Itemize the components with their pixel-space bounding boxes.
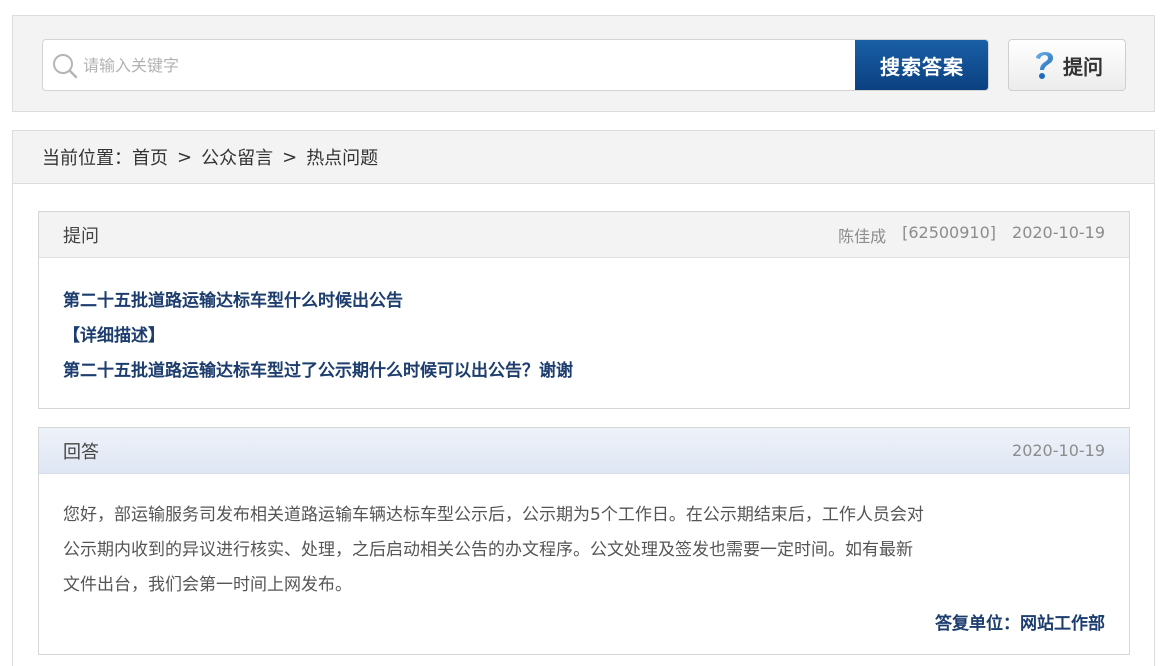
question-title: 第二十五批道路运输达标车型什么时候出公告: [63, 291, 403, 311]
answer-text-line: 您好，部运输服务司发布相关道路运输车辆达标车型公示后，公示期为5个工作日。在公示…: [63, 505, 924, 525]
answer-card: 回答 2020-10-19 您好，部运输服务司发布相关道路运输车辆达标车型公示后…: [38, 427, 1130, 655]
answer-text-line: 文件出台，我们会第一时间上网发布。: [63, 575, 352, 595]
question-id: [62500910]: [902, 222, 997, 242]
search-panel: 搜索答案 提问: [12, 15, 1155, 112]
breadcrumb-item-home[interactable]: 首页: [132, 144, 168, 170]
question-date: 2020-10-19: [1012, 222, 1105, 242]
search-icon: [53, 54, 78, 79]
breadcrumb: 当前位置： 首页 > 公众留言 > 热点问题: [13, 131, 1154, 184]
answer-body: 您好，部运输服务司发布相关道路运输车辆达标车型公示后，公示期为5个工作日。在公示…: [39, 474, 1129, 603]
question-body: 第二十五批道路运输达标车型什么时候出公告 【详细描述】 第二十五批道路运输达标车…: [39, 258, 1129, 389]
answer-header: 回答 2020-10-19: [39, 428, 1129, 474]
search-input[interactable]: [83, 40, 843, 90]
question-detail-label: 【详细描述】: [63, 326, 165, 346]
question-header: 提问 陈佳成 [62500910] 2020-10-19: [39, 212, 1129, 258]
ask-question-button[interactable]: 提问: [1008, 39, 1126, 91]
answer-signature: 答复单位：网站工作部: [935, 614, 1105, 634]
breadcrumb-item-public-messages[interactable]: 公众留言: [201, 144, 273, 170]
search-box: 搜索答案: [42, 39, 989, 91]
breadcrumb-separator: >: [282, 146, 298, 168]
answer-header-label: 回答: [63, 441, 99, 463]
answer-date: 2020-10-19: [1012, 441, 1105, 460]
question-detail-text: 第二十五批道路运输达标车型过了公示期什么时候可以出公告？谢谢: [63, 361, 573, 381]
main-panel: 当前位置： 首页 > 公众留言 > 热点问题 提问 陈佳成 [62500910]…: [12, 130, 1155, 666]
question-card: 提问 陈佳成 [62500910] 2020-10-19 第二十五批道路运输达标…: [38, 211, 1130, 409]
question-mark-icon: [1036, 51, 1053, 79]
breadcrumb-separator: >: [177, 146, 193, 168]
answer-text-line: 公示期内收到的异议进行核实、处理，之后启动相关公告的办文程序。公文处理及签发也需…: [63, 540, 913, 560]
question-header-label: 提问: [63, 225, 99, 247]
breadcrumb-prefix: 当前位置：: [42, 148, 132, 169]
question-author: 陈佳成: [838, 226, 887, 246]
search-button[interactable]: 搜索答案: [855, 40, 988, 90]
ask-question-label: 提问: [1063, 54, 1103, 79]
question-meta: 陈佳成 [62500910] 2020-10-19: [838, 223, 1105, 247]
breadcrumb-item-hot-questions[interactable]: 热点问题: [306, 144, 378, 170]
